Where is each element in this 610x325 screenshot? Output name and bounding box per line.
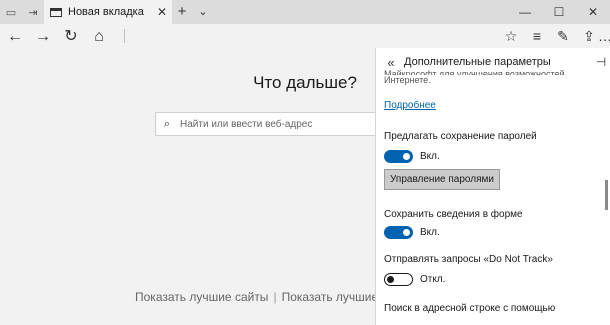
- learn-more-link[interactable]: Подробнее: [384, 100, 436, 111]
- search-input[interactable]: [178, 117, 372, 131]
- panel-back-icon[interactable]: «: [382, 55, 400, 70]
- hub-icon[interactable]: ≡: [524, 24, 550, 49]
- tab-title: Новая вкладка: [68, 6, 144, 18]
- description-line-2: Интернете.: [384, 75, 431, 85]
- tab-new-tab[interactable]: Новая вкладка ✕: [44, 0, 172, 24]
- tab-list-chevron-icon[interactable]: ⌄: [192, 0, 214, 24]
- close-window-button[interactable]: ✕: [576, 0, 610, 24]
- favorites-icon[interactable]: ☆: [498, 24, 524, 49]
- save-passwords-toggle[interactable]: [384, 150, 413, 163]
- save-form-label: Сохранить сведения в форме: [384, 209, 523, 220]
- do-not-track-toggle[interactable]: [384, 273, 413, 286]
- bottom-links: Показать лучшие сайты | Показать лучшие с: [135, 290, 388, 304]
- panel-scrollbar[interactable]: [605, 180, 608, 210]
- manage-passwords-button[interactable]: Управление паролями: [384, 169, 500, 190]
- panel-title: Дополнительные параметры: [404, 56, 551, 68]
- nav-divider: [124, 29, 125, 43]
- home-icon[interactable]: ⌂: [86, 24, 112, 49]
- show-top-sites-and-news-link[interactable]: Показать лучшие с: [282, 290, 388, 304]
- privacy-description: Майкрософт для улучшения возможностей ра…: [384, 69, 594, 86]
- tab-bar: ▭ ⇥ Новая вкладка ✕ + ⌄ — ☐ ✕: [0, 0, 610, 24]
- address-bar-search-label: Поиск в адресной строке с помощью: [384, 303, 556, 314]
- do-not-track-state: Откл.: [420, 274, 446, 285]
- tab-close-icon[interactable]: ✕: [154, 5, 170, 19]
- refresh-icon[interactable]: ↻: [58, 24, 84, 49]
- web-note-icon[interactable]: ✎: [550, 24, 576, 49]
- do-not-track-label: Отправлять запросы «Do Not Track»: [384, 254, 553, 265]
- save-form-toggle[interactable]: [384, 226, 413, 239]
- tab-preview-icon[interactable]: ⇥: [22, 6, 44, 19]
- new-tab-button[interactable]: +: [172, 0, 192, 24]
- pin-panel-icon[interactable]: ⊣: [591, 55, 610, 69]
- more-icon[interactable]: …: [598, 24, 610, 49]
- maximize-button[interactable]: ☐: [542, 0, 576, 24]
- show-top-sites-link[interactable]: Показать лучшие сайты: [135, 290, 268, 304]
- search-icon: ⌕: [163, 117, 171, 130]
- save-passwords-label: Предлагать сохранение паролей: [384, 131, 537, 142]
- tab-actions: ▭ ⇥: [0, 0, 44, 24]
- back-icon[interactable]: ←: [2, 24, 28, 49]
- navigation-bar: ← → ↻ ⌂ ☆ ≡ ✎ ⇪ …: [0, 24, 610, 49]
- bottom-links-separator: |: [273, 290, 277, 304]
- save-form-state: Вкл.: [420, 227, 440, 238]
- minimize-button[interactable]: —: [508, 0, 542, 24]
- new-tab-favicon-icon: [50, 7, 62, 17]
- forward-icon[interactable]: →: [30, 24, 56, 49]
- window-controls: — ☐ ✕: [508, 0, 610, 24]
- save-passwords-state: Вкл.: [420, 151, 440, 162]
- tabs-aside-icon[interactable]: ▭: [0, 6, 22, 19]
- search-box[interactable]: ⌕: [155, 112, 377, 136]
- advanced-settings-panel: « Дополнительные параметры ⊣ Майкрософт …: [375, 48, 610, 325]
